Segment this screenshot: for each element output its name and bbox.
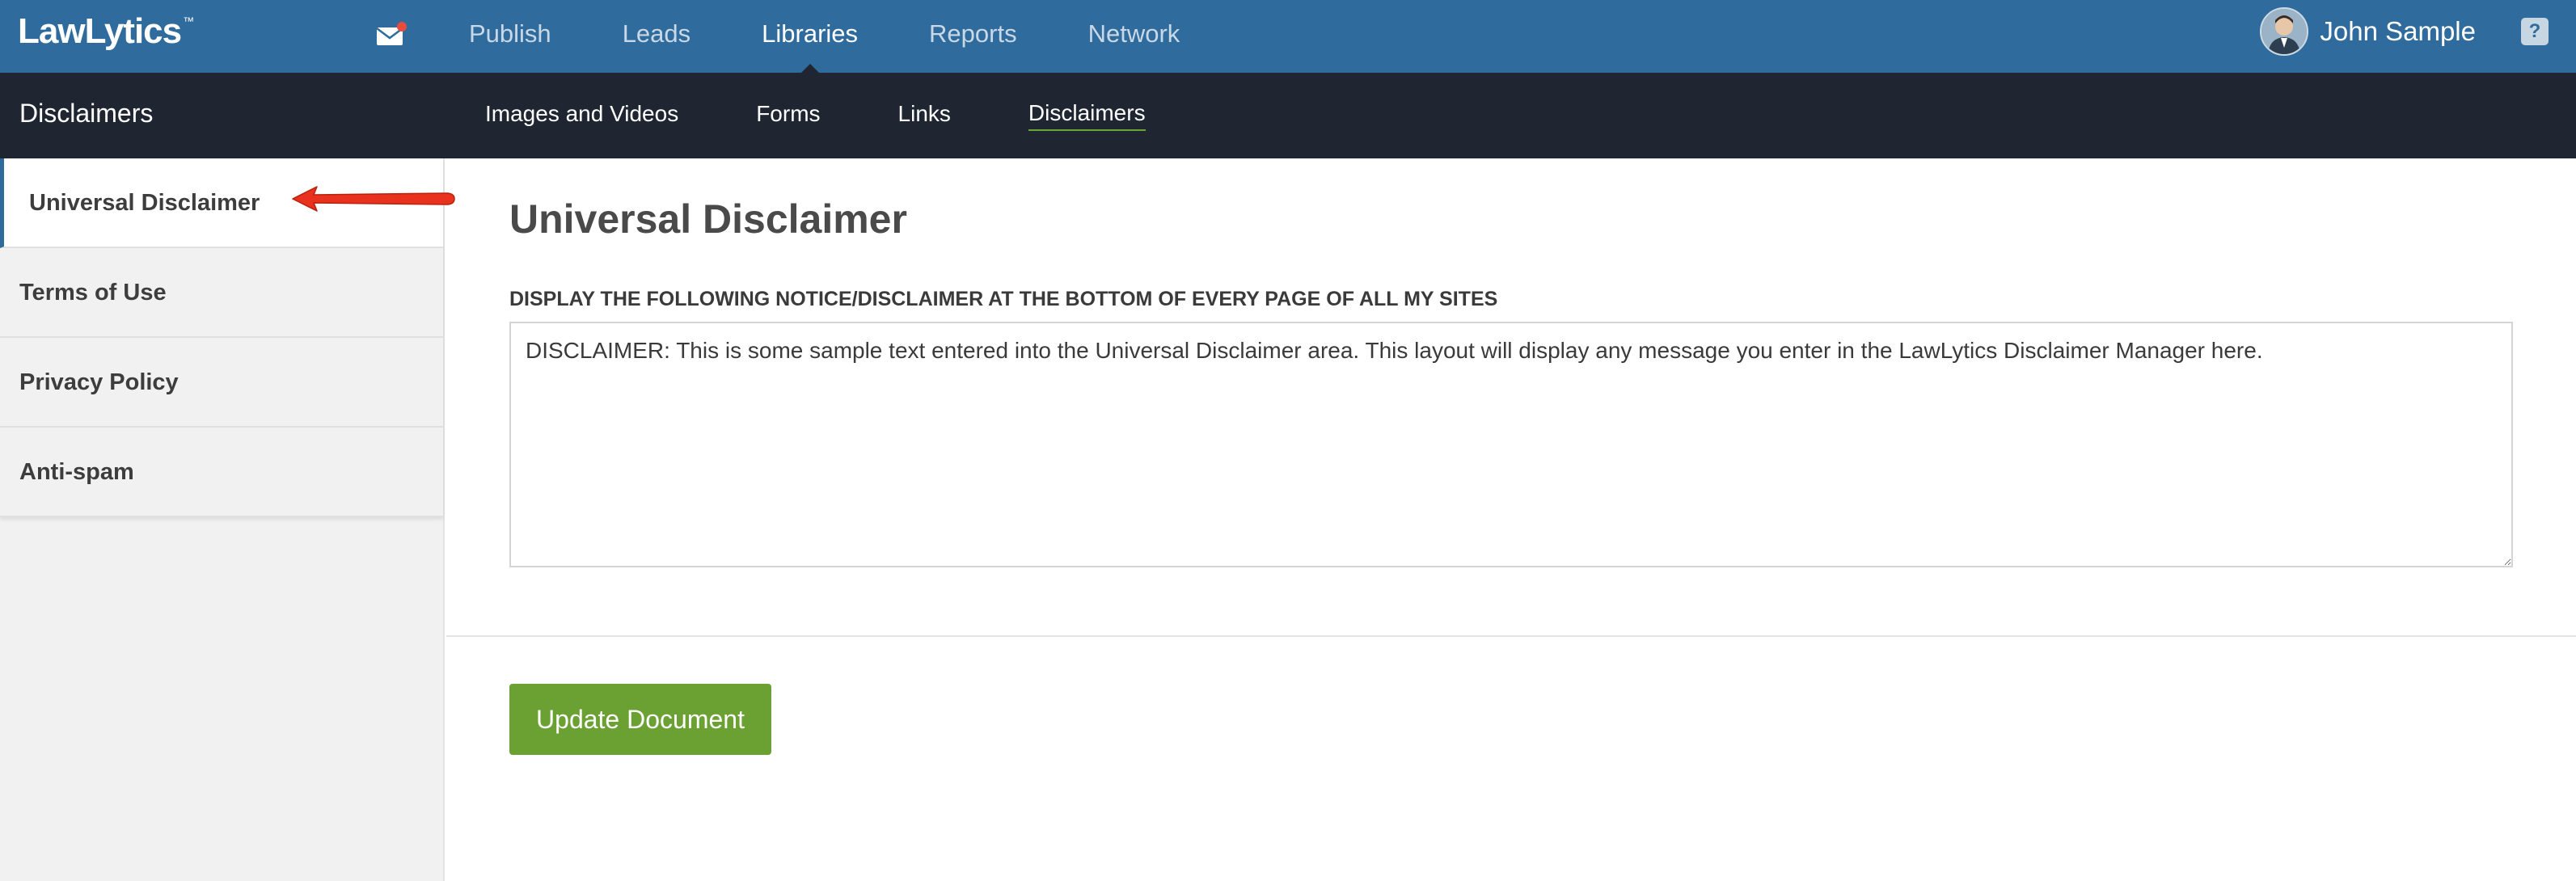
top-navigation-bar: LawLytics ™ Publish Leads Libraries Repor… <box>0 0 2576 74</box>
avatar[interactable] <box>2260 7 2309 56</box>
annotation-arrow-icon <box>289 183 456 215</box>
nav-network[interactable]: Network <box>1088 0 1180 73</box>
page-title: Universal Disclaimer <box>509 196 907 242</box>
main-content: Universal Disclaimer DISPLAY THE FOLLOWI… <box>446 158 2576 881</box>
nav-publish[interactable]: Publish <box>469 0 551 73</box>
disclaimer-field-label: DISPLAY THE FOLLOWING NOTICE/DISCLAIMER … <box>509 288 1498 310</box>
user-name: John Sample <box>2320 16 2476 46</box>
main-nav: Publish Leads Libraries Reports Network <box>433 0 1215 74</box>
user-menu[interactable]: John Sample <box>2260 6 2476 57</box>
nav-reports[interactable]: Reports <box>929 0 1017 73</box>
nav-libraries[interactable]: Libraries <box>762 0 858 74</box>
tab-images-and-videos[interactable]: Images and Videos <box>485 101 678 130</box>
logo-text: LawLytics <box>18 11 182 51</box>
nav-leads[interactable]: Leads <box>623 0 690 73</box>
tab-disclaimers[interactable]: Disclaimers <box>1028 100 1146 131</box>
library-tabs: Images and Videos Forms Links Disclaimer… <box>485 73 1223 158</box>
lawlytics-logo[interactable]: LawLytics ™ <box>18 11 194 52</box>
help-icon[interactable]: ? <box>2521 18 2549 45</box>
envelope-icon[interactable] <box>375 21 408 48</box>
section-title: Disclaimers <box>19 99 154 128</box>
sidebar-item-terms-of-use[interactable]: Terms of Use <box>0 248 443 338</box>
divider <box>446 635 2576 637</box>
disclaimer-textarea[interactable]: DISCLAIMER: This is some sample text ent… <box>509 322 2513 567</box>
update-document-button[interactable]: Update Document <box>509 684 771 755</box>
tab-links[interactable]: Links <box>898 101 951 130</box>
sidebar: Universal Disclaimer Terms of Use Privac… <box>0 158 445 881</box>
trademark-mark: ™ <box>183 15 194 27</box>
sidebar-item-privacy-policy[interactable]: Privacy Policy <box>0 338 443 428</box>
tab-forms[interactable]: Forms <box>756 101 820 130</box>
sidebar-item-anti-spam[interactable]: Anti-spam <box>0 428 443 517</box>
sub-navigation-bar: Disclaimers Images and Videos Forms Link… <box>0 73 2576 158</box>
